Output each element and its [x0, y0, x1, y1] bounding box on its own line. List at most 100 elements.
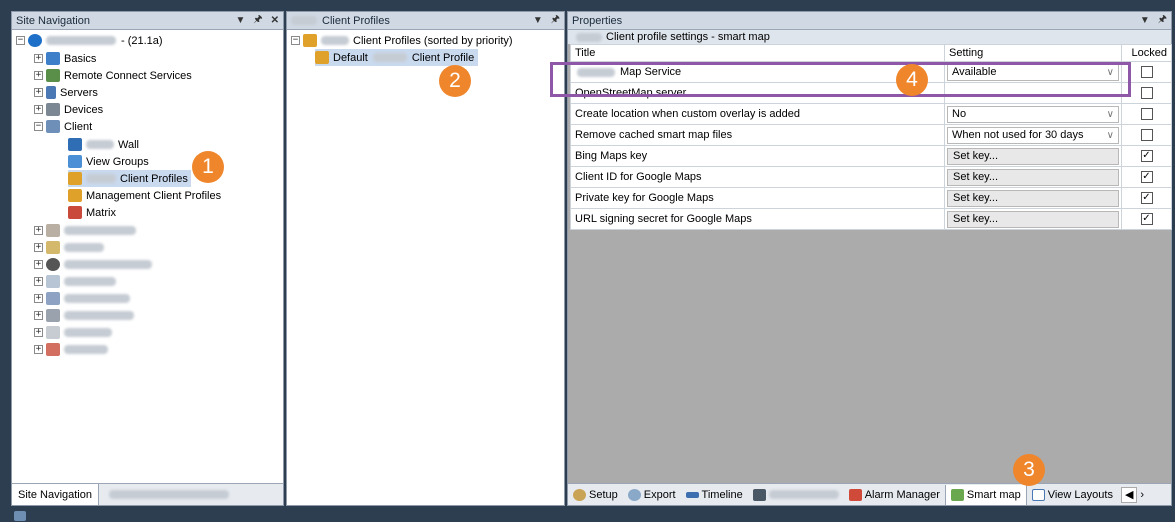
locked-checkbox[interactable] — [1140, 66, 1153, 78]
property-row[interactable]: Map Service Available ∨ — [570, 61, 1172, 83]
tree-item-redacted[interactable]: + — [34, 239, 104, 256]
tab-redacted[interactable] — [109, 490, 229, 499]
tree-item-devices[interactable]: + Devices — [34, 101, 103, 118]
dropdown-icon[interactable]: ▼ — [1140, 15, 1150, 26]
chevron-down-icon[interactable]: ∨ — [1107, 67, 1114, 78]
property-row[interactable]: Bing Maps key Set key... ✓ — [570, 145, 1172, 167]
set-key-button[interactable]: Set key... — [947, 147, 1119, 165]
expand-icon[interactable]: + — [34, 311, 43, 320]
label-redacted — [64, 243, 104, 252]
property-setting[interactable]: Set key... — [944, 187, 1122, 209]
tree-item-servers[interactable]: + Servers — [34, 84, 98, 101]
tree-item-redacted[interactable]: + — [34, 307, 134, 324]
set-key-button[interactable]: Set key... — [947, 168, 1119, 186]
set-key-label: Set key... — [953, 150, 999, 162]
setting-dropdown[interactable]: When not used for 30 days ∨ — [947, 126, 1119, 144]
tree-item-management-client-profiles[interactable]: Management Client Profiles — [68, 187, 221, 204]
tree-item-redacted[interactable]: + — [34, 341, 108, 358]
expand-icon[interactable]: + — [34, 328, 43, 337]
expand-icon[interactable]: + — [34, 71, 43, 80]
property-setting[interactable]: Set key... — [944, 208, 1122, 230]
locked-checkbox-checked[interactable]: ✓ — [1140, 171, 1153, 183]
expand-icon[interactable]: + — [34, 88, 43, 97]
chevron-down-icon[interactable]: ∨ — [1107, 109, 1114, 120]
locked-checkbox-checked[interactable]: ✓ — [1140, 213, 1153, 225]
expand-icon[interactable]: + — [34, 105, 43, 114]
close-icon[interactable]: ✕ — [271, 15, 279, 26]
locked-checkbox[interactable] — [1140, 129, 1153, 141]
expand-icon[interactable]: + — [34, 226, 43, 235]
set-key-button[interactable]: Set key... — [947, 189, 1119, 207]
pin-icon[interactable]: 🖈︎ — [1158, 12, 1167, 29]
tab-setup[interactable]: Setup — [568, 485, 623, 505]
locked-checkbox[interactable] — [1140, 87, 1153, 99]
tree-item-basics[interactable]: + Basics — [34, 50, 96, 67]
property-row[interactable]: OpenStreetMap server — [570, 82, 1172, 104]
tree-item-redacted[interactable]: + — [34, 290, 130, 307]
property-row[interactable]: Client ID for Google Maps Set key... ✓ — [570, 166, 1172, 188]
tree-item-view-groups[interactable]: View Groups — [68, 153, 149, 170]
map-icon — [950, 488, 964, 501]
property-setting[interactable]: Set key... — [944, 166, 1122, 188]
tree-item-redacted[interactable]: + — [34, 256, 152, 273]
property-row[interactable]: Create location when custom overlay is a… — [570, 103, 1172, 125]
client-profile-default[interactable]: Default Client Profile — [315, 49, 479, 66]
property-row[interactable]: Private key for Google Maps Set key... ✓ — [570, 187, 1172, 209]
tab-scroll-left-button[interactable]: ◀ — [1120, 486, 1138, 503]
property-setting[interactable]: Set key... — [944, 145, 1122, 167]
tab-view-layouts[interactable]: View Layouts — [1027, 485, 1118, 505]
tree-item-client-profiles[interactable]: Client Profiles — [68, 170, 191, 187]
matrix-icon — [68, 206, 82, 219]
property-locked: ✓ — [1121, 145, 1172, 167]
tab-alarm-manager[interactable]: Alarm Manager — [844, 485, 945, 505]
tree-item-redacted[interactable]: + — [34, 273, 116, 290]
locked-checkbox-checked[interactable]: ✓ — [1140, 192, 1153, 204]
property-title: Create location when custom overlay is a… — [570, 103, 945, 125]
tab-timeline[interactable]: Timeline — [681, 485, 748, 505]
property-setting[interactable]: Available ∨ — [944, 61, 1122, 83]
locked-checkbox[interactable] — [1140, 108, 1153, 120]
client-profiles-root-label: Client Profiles (sorted by priority) — [353, 34, 513, 47]
expand-icon[interactable]: + — [34, 277, 43, 286]
tree-item-wall[interactable]: Wall — [68, 136, 139, 153]
client-profiles-root[interactable]: − Client Profiles (sorted by priority) — [291, 32, 513, 49]
property-setting[interactable]: No ∨ — [944, 103, 1122, 125]
collapse-icon[interactable]: − — [34, 122, 43, 131]
pin-icon[interactable]: 🖈︎ — [551, 12, 560, 29]
tree-item-matrix[interactable]: Matrix — [68, 204, 116, 221]
tab-site-navigation[interactable]: Site Navigation — [12, 484, 99, 505]
locked-checkbox-checked[interactable]: ✓ — [1140, 150, 1153, 162]
property-setting[interactable] — [944, 82, 1122, 104]
collapse-icon[interactable]: − — [291, 36, 300, 45]
properties-title: Properties — [572, 14, 623, 27]
tab-scroll-right-button[interactable]: › — [1137, 485, 1147, 505]
tree-item-label: Devices — [64, 103, 104, 116]
expand-icon[interactable]: + — [34, 54, 43, 63]
chevron-down-icon[interactable]: ∨ — [1107, 130, 1114, 141]
property-row[interactable]: URL signing secret for Google Maps Set ke… — [570, 208, 1172, 230]
expand-icon[interactable]: + — [34, 260, 43, 269]
tab-redacted[interactable] — [748, 485, 844, 505]
expand-icon[interactable]: + — [34, 345, 43, 354]
setting-dropdown[interactable]: No ∨ — [947, 105, 1119, 123]
tree-item-remote-connect-services[interactable]: + Remote Connect Services — [34, 67, 192, 84]
set-key-button[interactable]: Set key... — [947, 210, 1119, 228]
expand-icon[interactable]: + — [34, 243, 43, 252]
setting-dropdown[interactable]: Available ∨ — [947, 63, 1119, 81]
tree-root[interactable]: − - (21.1a) — [16, 32, 163, 49]
property-row[interactable]: Remove cached smart map files When not us… — [570, 124, 1172, 146]
property-setting[interactable]: When not used for 30 days ∨ — [944, 124, 1122, 146]
dropdown-icon[interactable]: ▼ — [533, 15, 543, 26]
expand-icon[interactable]: + — [34, 294, 43, 303]
profile-name-redacted — [372, 53, 407, 62]
tree-item-client[interactable]: − Client — [34, 118, 92, 135]
collapse-icon[interactable]: − — [16, 36, 25, 45]
tree-item-redacted[interactable]: + — [34, 324, 112, 341]
dropdown-icon[interactable]: ▼ — [235, 15, 245, 26]
tree-item-redacted[interactable]: + — [34, 222, 136, 239]
properties-header: Properties ▼ 🖈︎ — [568, 12, 1171, 30]
tab-label: Smart map — [966, 488, 1021, 501]
tab-export[interactable]: Export — [623, 485, 681, 505]
pin-icon[interactable]: 🖈︎ — [253, 12, 262, 29]
tab-smart-map[interactable]: Smart map — [944, 484, 1027, 505]
